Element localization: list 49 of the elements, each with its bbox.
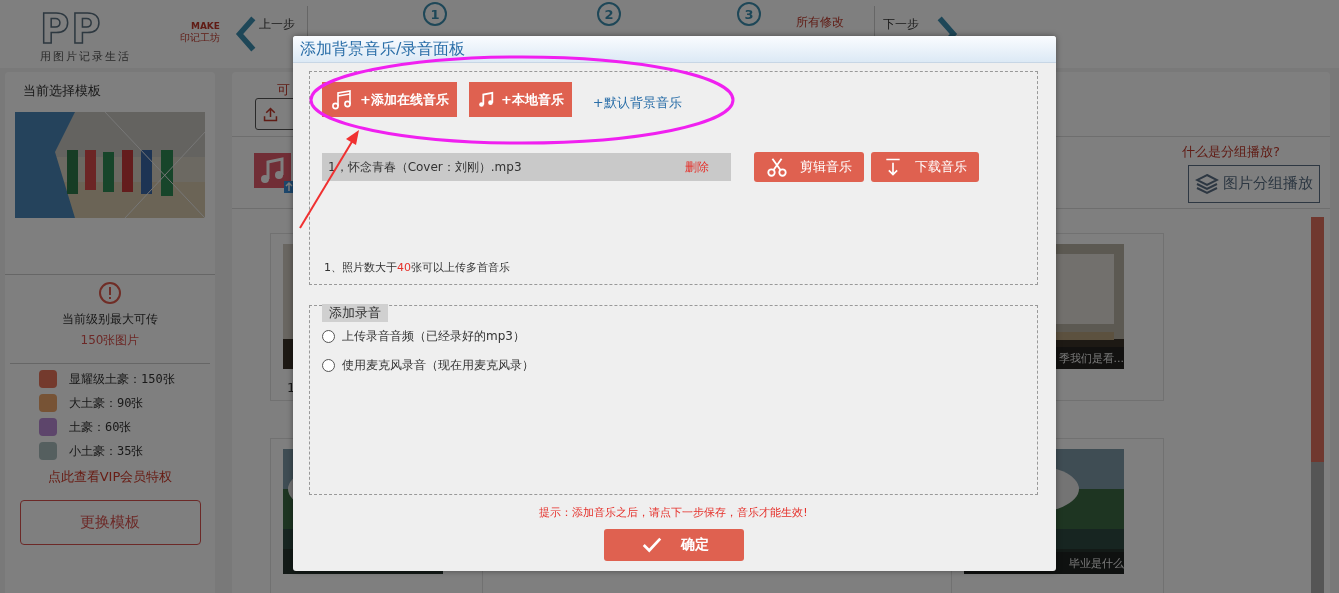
logo-make: MAKE bbox=[190, 20, 220, 31]
logo-mark: PP bbox=[40, 8, 103, 49]
next-step-link[interactable]: 下一步 bbox=[883, 15, 919, 33]
download-music-button[interactable]: 下载音乐 bbox=[871, 152, 979, 182]
chevron-left-icon[interactable] bbox=[235, 15, 257, 53]
dialog-title: 添加背景音乐/录音面板 bbox=[300, 38, 466, 60]
limit-label: 当前级别最大可传 bbox=[62, 311, 158, 328]
cut-music-button[interactable]: 剪辑音乐 bbox=[754, 152, 864, 182]
group-play-button[interactable]: 图片分组播放 bbox=[1188, 164, 1320, 203]
recording-option[interactable]: 上传录音音频（已经录好的mp3） bbox=[322, 328, 525, 345]
tier-label: 显耀级土豪：150张 bbox=[69, 370, 175, 388]
previous-step-link[interactable]: 上一步 bbox=[259, 15, 295, 33]
tier-label: 土豪：60张 bbox=[69, 418, 132, 436]
step-number: 1 bbox=[423, 2, 447, 26]
radio-button[interactable] bbox=[322, 359, 335, 372]
tier-label: 小土豪：35张 bbox=[69, 442, 144, 460]
recording-legend: 添加录音 bbox=[322, 304, 388, 322]
multi-music-note: 1、照片数大于40张可以上传多首音乐 bbox=[324, 260, 511, 275]
upload-icon bbox=[262, 105, 279, 123]
track-name: 1，怀念青春（Cover：刘刚）.mp3 bbox=[328, 158, 522, 176]
save-notice: 所有修改 bbox=[796, 13, 845, 31]
download-icon bbox=[883, 157, 903, 177]
hint-text: 可 bbox=[277, 81, 290, 99]
warning-icon bbox=[98, 281, 122, 305]
music-notes-icon bbox=[330, 87, 354, 112]
add-music-button[interactable]: +本地音乐 bbox=[468, 82, 572, 117]
step-number: 2 bbox=[597, 2, 621, 26]
add-music-button[interactable]: +添加在线音乐 bbox=[322, 82, 457, 117]
group-help-link[interactable]: 什么是分组播放? bbox=[1182, 142, 1280, 161]
radio-button[interactable] bbox=[322, 330, 335, 343]
scrollbar-thumb[interactable] bbox=[1311, 217, 1324, 462]
default-music-link[interactable]: +默认背景音乐 bbox=[592, 93, 682, 112]
scissors-icon bbox=[766, 156, 788, 178]
confirm-button[interactable]: 确定 bbox=[603, 529, 744, 561]
music-note-icon bbox=[476, 90, 495, 109]
sidebar-title: 当前选择模板 bbox=[23, 82, 101, 100]
logo-brand: 印记工坊 bbox=[180, 30, 220, 45]
logo-slogan: 用图片记录生活 bbox=[40, 48, 132, 64]
limit-value: 150张图片 bbox=[80, 332, 140, 349]
vip-link[interactable]: 点此查看VIP会员特权 bbox=[47, 468, 173, 486]
save-tip: 提示：添加音乐之后，请点下一步保存，音乐才能生效! bbox=[539, 505, 808, 520]
music-upload-icon[interactable] bbox=[254, 152, 294, 193]
scrollbar-track[interactable] bbox=[1311, 217, 1324, 593]
tier-label: 大土豪：90张 bbox=[69, 394, 144, 412]
layers-icon bbox=[1195, 171, 1219, 196]
delete-link[interactable]: 删除 bbox=[685, 158, 709, 176]
recording-option[interactable]: 使用麦克风录音（现在用麦克风录） bbox=[322, 357, 534, 374]
change-template-button[interactable]: 更换模板 bbox=[19, 500, 201, 545]
step-number: 3 bbox=[737, 2, 761, 26]
